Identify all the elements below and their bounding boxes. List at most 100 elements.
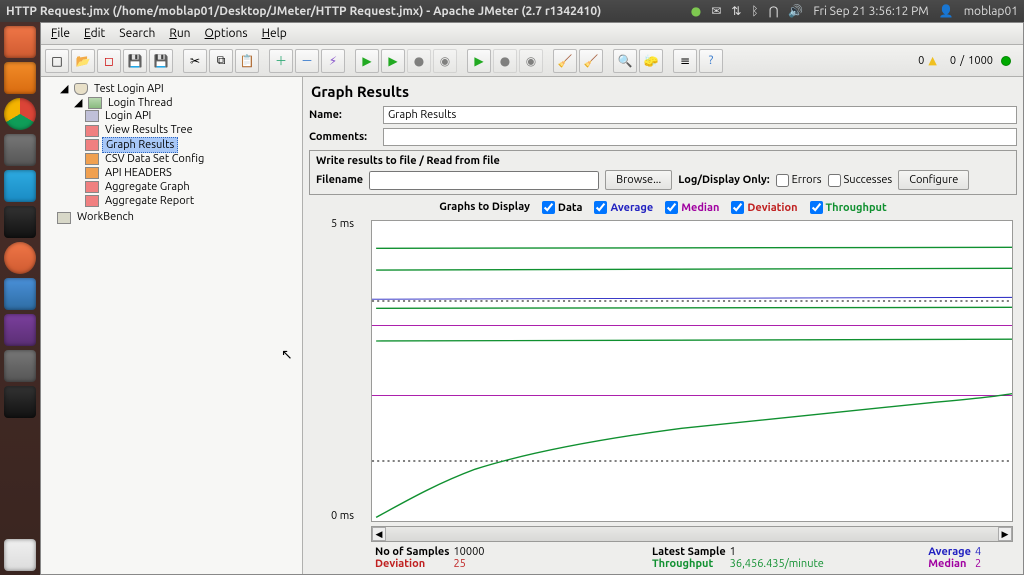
launcher-firefox-icon[interactable] <box>4 62 36 94</box>
tree-csv-config[interactable]: CSV Data Set Config <box>85 152 300 166</box>
toolbar-close-icon[interactable]: ◻ <box>97 49 121 73</box>
error-icon <box>1001 56 1011 66</box>
toolbar-new-icon[interactable]: □ <box>45 49 69 73</box>
toolbar-saveas-icon[interactable]: 💾 <box>149 49 173 73</box>
chart-scrollbar[interactable]: ◀ ▶ <box>371 526 1013 542</box>
tree-login-api[interactable]: Login API <box>85 109 300 123</box>
no-samples-value: 10000 <box>453 546 503 558</box>
toolbar-cut-icon[interactable]: ✂ <box>183 49 207 73</box>
comments-input[interactable] <box>383 128 1017 146</box>
toolbar-copy-icon[interactable]: ⧉ <box>209 49 233 73</box>
toolbar-remote-stop-icon[interactable]: ● <box>493 49 517 73</box>
launcher-gimp-icon[interactable] <box>4 350 36 382</box>
menu-search[interactable]: Search <box>113 25 161 42</box>
toolbar-save-icon[interactable]: 💾 <box>123 49 147 73</box>
tree-aggregate-graph[interactable]: Aggregate Graph <box>85 180 300 194</box>
menubar: File Edit Search Run Options Help <box>41 23 1023 45</box>
launcher-settings-icon[interactable] <box>4 386 36 418</box>
tree-workbench[interactable]: WorkBench <box>57 210 300 224</box>
toolbar-shutdown-icon[interactable]: ◉ <box>433 49 457 73</box>
chart-area: 5 ms 0 ms <box>309 218 1017 544</box>
toolbar-help-icon[interactable]: ? <box>699 49 723 73</box>
launcher-help-icon[interactable] <box>4 134 36 166</box>
test-plan-tree[interactable]: ◢ Test Login API ◢ Login Thread Login AP… <box>41 77 303 574</box>
panel-title: Graph Results <box>303 77 1023 104</box>
chart-svg <box>372 221 1012 521</box>
file-section-title: Write results to file / Read from file <box>316 155 1010 167</box>
arrows-icon[interactable]: ⇅ <box>731 4 741 18</box>
median-label: Median <box>928 558 971 570</box>
volume-icon[interactable]: 🔊 <box>788 4 803 18</box>
toolbar-search-icon[interactable]: 🔍 <box>613 49 637 73</box>
errors-checkbox[interactable]: Errors <box>776 174 822 187</box>
cb-median[interactable]: Median <box>665 201 719 214</box>
deviation-label: Deviation <box>375 558 449 570</box>
tree-view-results-tree[interactable]: View Results Tree <box>85 123 300 137</box>
scroll-right-icon[interactable]: ▶ <box>998 527 1012 541</box>
launcher-trash-icon[interactable] <box>4 539 36 571</box>
session-user[interactable]: moblap01 <box>964 5 1018 18</box>
toolbar-clear-icon[interactable]: 🧹 <box>553 49 577 73</box>
toolbar-stop-icon[interactable]: ● <box>407 49 431 73</box>
median-value: 2 <box>975 558 1015 570</box>
launcher-app-icon[interactable] <box>4 314 36 346</box>
tree-api-headers[interactable]: API HEADERS <box>85 166 300 180</box>
warn-count: 0 <box>918 55 924 67</box>
toolbar-remote-start-icon[interactable]: ▶ <box>467 49 491 73</box>
headers-icon <box>85 167 99 179</box>
comments-label: Comments: <box>309 131 379 143</box>
toolbar-start-icon[interactable]: ▶ <box>355 49 379 73</box>
tree-test-plan[interactable]: ◢ Test Login API ◢ Login Thread Login AP… <box>57 81 300 210</box>
mail-icon[interactable]: ✉ <box>711 4 721 18</box>
threads-active: 0 <box>950 55 956 67</box>
clock[interactable]: Fri Sep 21 3:56:12 PM <box>813 5 928 18</box>
tree-thread-group[interactable]: ◢ Login Thread Login API View Results Tr… <box>71 95 300 209</box>
bluetooth-icon[interactable]: ᛒ <box>751 5 758 18</box>
toolbar-function-icon[interactable]: ≡ <box>673 49 697 73</box>
menu-help[interactable]: Help <box>256 25 293 42</box>
menu-options[interactable]: Options <box>199 25 254 42</box>
toolbar-remote-shutdown-icon[interactable]: ◉ <box>519 49 543 73</box>
launcher-files-icon[interactable] <box>4 26 36 58</box>
launcher-skype-icon[interactable] <box>4 170 36 202</box>
unity-launcher <box>0 22 40 575</box>
cb-data[interactable]: Data <box>542 201 583 214</box>
toolbar-clear-all-icon[interactable]: 🧹 <box>579 49 603 73</box>
successes-checkbox[interactable]: Successes <box>828 174 893 187</box>
menu-file[interactable]: File <box>45 25 76 42</box>
wifi-icon[interactable]: ⋂ <box>769 4 779 18</box>
tree-graph-results[interactable]: Graph Results <box>85 138 300 152</box>
cb-throughput[interactable]: Throughput <box>810 201 887 214</box>
toolbar-toggle-icon[interactable]: ⚡ <box>321 49 345 73</box>
ubuntu-top-panel: HTTP Request.jmx (/home/moblap01/Desktop… <box>0 0 1024 22</box>
cb-average[interactable]: Average <box>594 201 653 214</box>
launcher-terminal-icon[interactable] <box>4 206 36 238</box>
cb-deviation[interactable]: Deviation <box>731 201 797 214</box>
log-display-label: Log/Display Only: <box>678 174 769 186</box>
throughput-value: 36,456.435/minute <box>730 558 780 570</box>
toolbar-reset-search-icon[interactable]: 🧽 <box>639 49 663 73</box>
toolbar-paste-icon[interactable]: 📋 <box>235 49 259 73</box>
name-input[interactable] <box>383 106 1017 124</box>
launcher-ubuntu-icon[interactable] <box>4 242 36 274</box>
tree-aggregate-report[interactable]: Aggregate Report <box>85 194 300 208</box>
launcher-chrome-icon[interactable] <box>4 98 36 130</box>
graphs-label: Graphs to Display <box>439 201 530 214</box>
toolbar-open-icon[interactable]: 📂 <box>71 49 95 73</box>
graph-results-panel: Graph Results Name: Comments: Write resu… <box>303 77 1023 574</box>
browse-button[interactable]: Browse... <box>605 170 672 190</box>
toolbar-expand-icon[interactable]: ＋ <box>269 49 293 73</box>
toolbar-start-notimers-icon[interactable]: ▶ <box>381 49 405 73</box>
menu-run[interactable]: Run <box>163 25 196 42</box>
filename-input[interactable] <box>369 171 599 190</box>
flask-icon <box>74 83 88 95</box>
workbench-icon <box>57 212 71 224</box>
window-title: HTTP Request.jmx (/home/moblap01/Desktop… <box>6 5 691 18</box>
deviation-value: 25 <box>453 558 503 570</box>
latest-label: Latest Sample <box>652 546 726 558</box>
menu-edit[interactable]: Edit <box>78 25 111 42</box>
toolbar-collapse-icon[interactable]: － <box>295 49 319 73</box>
launcher-writer-icon[interactable] <box>4 278 36 310</box>
scroll-left-icon[interactable]: ◀ <box>372 527 386 541</box>
configure-button[interactable]: Configure <box>898 170 969 190</box>
